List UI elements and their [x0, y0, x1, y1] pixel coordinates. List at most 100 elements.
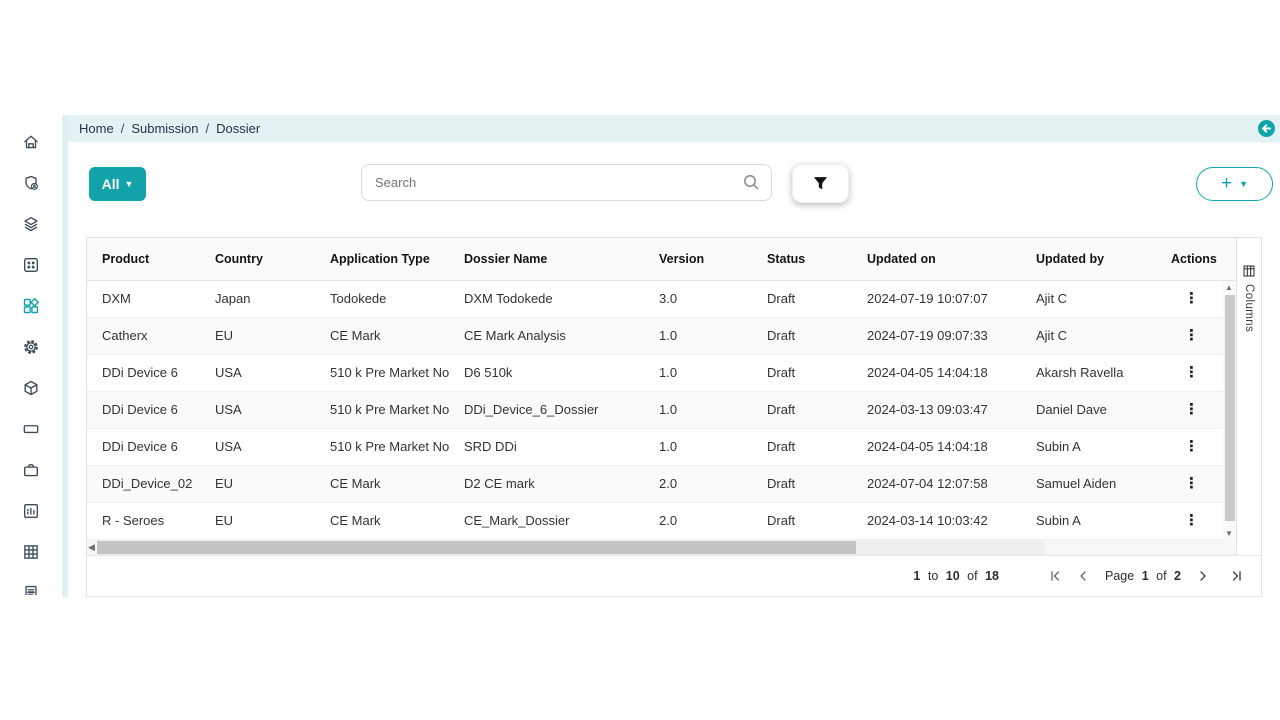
col-header-status[interactable]: Status — [752, 238, 852, 280]
all-filter-dropdown[interactable]: All ▼ — [89, 167, 146, 201]
cell-version: 2.0 — [644, 466, 752, 502]
col-header-product[interactable]: Product — [87, 238, 200, 280]
col-header-updated-by[interactable]: Updated by — [1021, 238, 1156, 280]
cell-dossier-name: SRD DDi — [449, 429, 644, 465]
filter-button[interactable] — [792, 164, 849, 203]
cell-updated-on: 2024-04-05 14:04:18 — [852, 355, 1021, 391]
cell-status: Draft — [752, 318, 852, 354]
vertical-scrollbar-thumb[interactable] — [1225, 295, 1235, 521]
sidebar-nav — [0, 133, 62, 595]
cell-product: DDi Device 6 — [87, 429, 200, 465]
cell-product: Catherx — [87, 318, 200, 354]
table-row[interactable]: DXM Japan Todokede DXM Todokede 3.0 Draf… — [87, 281, 1236, 318]
pagination-bar: 1 to 10 of 18 Page 1 of 2 — [87, 555, 1261, 596]
scroll-left-icon[interactable]: ◀ — [88, 542, 95, 553]
home-icon[interactable] — [22, 133, 40, 151]
cell-country: USA — [200, 355, 315, 391]
col-header-updated-on[interactable]: Updated on — [852, 238, 1021, 280]
settings-icon[interactable] — [22, 338, 40, 356]
chevron-down-icon: ▼ — [124, 180, 133, 189]
row-actions-menu-button[interactable]: ⋮ — [1184, 290, 1199, 307]
report-chart-icon[interactable] — [22, 502, 40, 520]
form-icon[interactable] — [22, 584, 40, 595]
cell-updated-by: Samuel Aiden — [1021, 466, 1156, 502]
briefcase-icon[interactable] — [22, 461, 40, 479]
cell-status: Draft — [752, 392, 852, 428]
cell-dossier-name: DXM Todokede — [449, 281, 644, 317]
col-header-dossier-name[interactable]: Dossier Name — [449, 238, 644, 280]
row-actions-menu-button[interactable]: ⋮ — [1184, 475, 1199, 492]
table-header-row: Product Country Application Type Dossier… — [87, 238, 1236, 281]
table-row[interactable]: DDi_Device_02 EU CE Mark D2 CE mark 2.0 … — [87, 466, 1236, 503]
cell-updated-on: 2024-07-19 10:07:07 — [852, 281, 1021, 317]
page-of-word: of — [1156, 569, 1166, 583]
cell-country: USA — [200, 392, 315, 428]
card-icon[interactable] — [22, 420, 40, 438]
first-page-button[interactable] — [1045, 566, 1065, 586]
table-row[interactable]: DDi Device 6 USA 510 k Pre Market Notifi… — [87, 429, 1236, 466]
compliance-shield-icon[interactable] — [22, 174, 40, 192]
col-header-version[interactable]: Version — [644, 238, 752, 280]
cell-version: 1.0 — [644, 392, 752, 428]
row-actions-menu-button[interactable]: ⋮ — [1184, 364, 1199, 381]
cell-application-type: 510 k Pre Market Notification — [315, 392, 449, 428]
table-row[interactable]: DDi Device 6 USA 510 k Pre Market Notifi… — [87, 392, 1236, 429]
last-page-button[interactable] — [1227, 566, 1247, 586]
breadcrumb-separator: / — [206, 121, 210, 136]
chevron-right-icon — [1196, 569, 1210, 583]
table-row[interactable]: DDi Device 6 USA 510 k Pre Market Notifi… — [87, 355, 1236, 392]
row-actions-menu-button[interactable]: ⋮ — [1184, 327, 1199, 344]
cell-application-type: 510 k Pre Market Notification — [315, 429, 449, 465]
cell-product: R - Seroes — [87, 503, 200, 539]
add-dossier-dropdown[interactable]: + ▼ — [1196, 167, 1273, 201]
apps-icon[interactable] — [22, 256, 40, 274]
cell-application-type: Todokede — [315, 281, 449, 317]
cell-application-type: 510 k Pre Market Notification — [315, 355, 449, 391]
search-input[interactable] — [361, 164, 772, 201]
dossier-table-card: Product Country Application Type Dossier… — [86, 237, 1262, 597]
row-actions-menu-button[interactable]: ⋮ — [1184, 512, 1199, 529]
cell-dossier-name: D6 510k — [449, 355, 644, 391]
cell-application-type: CE Mark — [315, 318, 449, 354]
cell-country: EU — [200, 318, 315, 354]
collapse-back-button[interactable] — [1258, 120, 1275, 137]
cell-version: 1.0 — [644, 318, 752, 354]
scroll-up-icon[interactable]: ▲ — [1225, 283, 1233, 292]
layers-icon[interactable] — [22, 215, 40, 233]
col-header-application-type[interactable]: Application Type — [315, 238, 449, 280]
page-word: Page — [1105, 569, 1134, 583]
cell-status: Draft — [752, 281, 852, 317]
row-range-summary: 1 to 10 of 18 — [911, 569, 1001, 583]
modules-icon[interactable] — [22, 297, 40, 315]
table-row[interactable]: Catherx EU CE Mark CE Mark Analysis 1.0 … — [87, 318, 1236, 355]
scroll-down-icon[interactable]: ▼ — [1225, 529, 1233, 538]
page-total: 2 — [1174, 569, 1181, 583]
breadcrumb-home[interactable]: Home — [79, 121, 114, 136]
row-actions-menu-button[interactable]: ⋮ — [1184, 438, 1199, 455]
breadcrumb-dossier: Dossier — [216, 121, 260, 136]
cell-dossier-name: CE Mark Analysis — [449, 318, 644, 354]
previous-page-button[interactable] — [1073, 566, 1093, 586]
content-left-accent — [62, 115, 68, 597]
cell-updated-by: Akarsh Ravella — [1021, 355, 1156, 391]
cell-dossier-name: D2 CE mark — [449, 466, 644, 502]
cell-updated-by: Ajit C — [1021, 318, 1156, 354]
package-icon[interactable] — [22, 379, 40, 397]
search-icon[interactable] — [742, 173, 760, 191]
table-row[interactable]: R - Seroes EU CE Mark CE_Mark_Dossier 2.… — [87, 503, 1236, 540]
cell-status: Draft — [752, 355, 852, 391]
columns-panel-tab[interactable]: Columns — [1236, 238, 1261, 555]
next-page-button[interactable] — [1193, 566, 1213, 586]
table-main-row: Product Country Application Type Dossier… — [87, 238, 1261, 555]
vertical-scrollbar[interactable]: ▲ ▼ — [1223, 281, 1236, 540]
data-table-icon[interactable] — [22, 543, 40, 561]
col-header-country[interactable]: Country — [200, 238, 315, 280]
cell-version: 1.0 — [644, 355, 752, 391]
horizontal-scrollbar[interactable]: ◀ — [87, 540, 1236, 555]
cell-updated-on: 2024-07-04 12:07:58 — [852, 466, 1021, 502]
cell-application-type: CE Mark — [315, 466, 449, 502]
horizontal-scrollbar-thumb[interactable] — [97, 541, 856, 554]
breadcrumb-submission[interactable]: Submission — [131, 121, 198, 136]
first-page-icon — [1048, 569, 1062, 583]
row-actions-menu-button[interactable]: ⋮ — [1184, 401, 1199, 418]
